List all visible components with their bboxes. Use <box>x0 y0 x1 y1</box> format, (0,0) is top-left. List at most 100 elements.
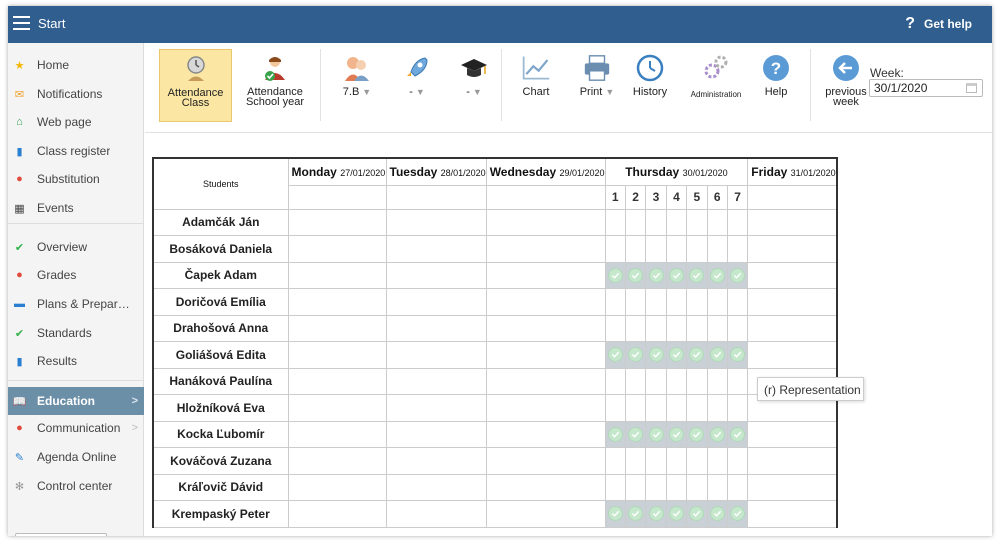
student-name[interactable]: Krempaský Peter <box>152 500 289 528</box>
attendance-cell[interactable] <box>686 341 708 369</box>
attendance-cell[interactable] <box>747 288 838 316</box>
print-button[interactable]: Print ▼ <box>571 49 623 98</box>
attendance-cell[interactable] <box>747 473 838 501</box>
attendance-cell[interactable] <box>726 447 749 475</box>
student-name[interactable]: Hanáková Paulína <box>152 367 289 395</box>
attendance-cell[interactable] <box>747 261 838 289</box>
attendance-cell[interactable] <box>287 447 387 475</box>
sidebar-item-grades[interactable]: ● Grades <box>8 261 144 289</box>
attendance-cell[interactable] <box>604 341 626 369</box>
sidebar-item-results[interactable]: ▮ Results <box>8 347 144 375</box>
attendance-class-button[interactable]: Attendance Class <box>159 49 232 122</box>
attendance-cell[interactable] <box>604 473 626 501</box>
attendance-cell[interactable] <box>706 500 728 528</box>
attendance-cell[interactable] <box>665 500 688 528</box>
attendance-cell[interactable] <box>624 394 647 422</box>
attendance-school-year-button[interactable]: Attendance School year <box>239 49 311 108</box>
get-help-button[interactable]: ? Get help <box>905 15 972 33</box>
attendance-cell[interactable] <box>645 261 667 289</box>
student-name[interactable]: Bosáková Daniela <box>152 235 289 263</box>
attendance-cell[interactable] <box>706 367 728 395</box>
attendance-cell[interactable] <box>624 341 647 369</box>
sidebar-item-home[interactable]: ★ Home <box>8 51 144 79</box>
attendance-cell[interactable] <box>385 288 487 316</box>
attendance-cell[interactable] <box>747 420 838 448</box>
attendance-cell[interactable] <box>604 314 626 342</box>
sidebar-item-agenda-online[interactable]: ✎ Agenda Online <box>8 443 144 471</box>
attendance-cell[interactable] <box>385 341 487 369</box>
attendance-cell[interactable] <box>385 367 487 395</box>
attendance-cell[interactable] <box>604 394 626 422</box>
attendance-cell[interactable] <box>686 235 708 263</box>
attendance-cell[interactable] <box>485 261 606 289</box>
attendance-cell[interactable] <box>726 341 749 369</box>
attendance-cell[interactable] <box>665 341 688 369</box>
attendance-cell[interactable] <box>287 208 387 236</box>
calendar-picker-icon[interactable] <box>966 83 977 93</box>
attendance-cell[interactable] <box>665 367 688 395</box>
attendance-cell[interactable] <box>604 288 626 316</box>
attendance-cell[interactable] <box>287 500 387 528</box>
sidebar-item-substitution[interactable]: ● Substitution <box>8 165 144 193</box>
attendance-cell[interactable] <box>385 261 487 289</box>
attendance-cell[interactable] <box>686 208 708 236</box>
attendance-cell[interactable] <box>624 288 647 316</box>
attendance-cell[interactable] <box>747 208 838 236</box>
attendance-cell[interactable] <box>604 500 626 528</box>
attendance-cell[interactable] <box>706 314 728 342</box>
sidebar-item-standards[interactable]: ✔ Standards <box>8 319 144 347</box>
attendance-cell[interactable] <box>726 367 749 395</box>
attendance-cell[interactable] <box>665 288 688 316</box>
attendance-cell[interactable] <box>485 314 606 342</box>
attendance-cell[interactable] <box>287 341 387 369</box>
attendance-cell[interactable] <box>665 235 688 263</box>
attendance-cell[interactable] <box>604 208 626 236</box>
attendance-cell[interactable] <box>747 447 838 475</box>
attendance-cell[interactable] <box>624 367 647 395</box>
sidebar-item-control-center[interactable]: ✻ Control center <box>8 472 144 500</box>
attendance-cell[interactable] <box>287 394 387 422</box>
attendance-cell[interactable] <box>665 473 688 501</box>
attendance-cell[interactable] <box>645 447 667 475</box>
attendance-cell[interactable] <box>726 394 749 422</box>
attendance-cell[interactable] <box>645 314 667 342</box>
attendance-cell[interactable] <box>287 288 387 316</box>
administration-button[interactable]: Administration <box>681 49 751 100</box>
attendance-cell[interactable] <box>485 235 606 263</box>
attendance-cell[interactable] <box>665 314 688 342</box>
student-name[interactable]: Kráľovič Dávid <box>152 473 289 501</box>
student-name[interactable]: Adamčák Ján <box>152 208 289 236</box>
attendance-cell[interactable] <box>604 447 626 475</box>
graduation-select[interactable]: - ▼ <box>450 49 498 98</box>
attendance-cell[interactable] <box>645 288 667 316</box>
attendance-cell[interactable] <box>726 208 749 236</box>
attendance-cell[interactable] <box>665 447 688 475</box>
attendance-cell[interactable] <box>624 235 647 263</box>
attendance-cell[interactable] <box>385 420 487 448</box>
attendance-cell[interactable] <box>645 420 667 448</box>
attendance-cell[interactable] <box>287 314 387 342</box>
attendance-cell[interactable] <box>624 261 647 289</box>
attendance-cell[interactable] <box>706 341 728 369</box>
attendance-cell[interactable] <box>726 261 749 289</box>
attendance-cell[interactable] <box>604 261 626 289</box>
attendance-cell[interactable] <box>287 420 387 448</box>
attendance-cell[interactable] <box>485 473 606 501</box>
attendance-cell[interactable] <box>686 288 708 316</box>
attendance-cell[interactable] <box>485 394 606 422</box>
sidebar-item-communication[interactable]: ● Communication > <box>8 414 144 442</box>
attendance-cell[interactable] <box>747 235 838 263</box>
attendance-cell[interactable] <box>645 500 667 528</box>
attendance-cell[interactable] <box>645 394 667 422</box>
attendance-cell[interactable] <box>726 235 749 263</box>
attendance-cell[interactable] <box>287 367 387 395</box>
student-name[interactable]: Čapek Adam <box>152 261 289 289</box>
class-select[interactable]: 7.B ▼ <box>333 49 381 98</box>
attendance-cell[interactable] <box>485 447 606 475</box>
help-button[interactable]: ? Help <box>755 49 797 98</box>
attendance-cell[interactable] <box>624 447 647 475</box>
sidebar-item-notifications[interactable]: ✉ Notifications <box>8 80 144 108</box>
attendance-cell[interactable] <box>485 208 606 236</box>
attendance-cell[interactable] <box>645 341 667 369</box>
student-name[interactable]: Kocka Ľubomír <box>152 420 289 448</box>
